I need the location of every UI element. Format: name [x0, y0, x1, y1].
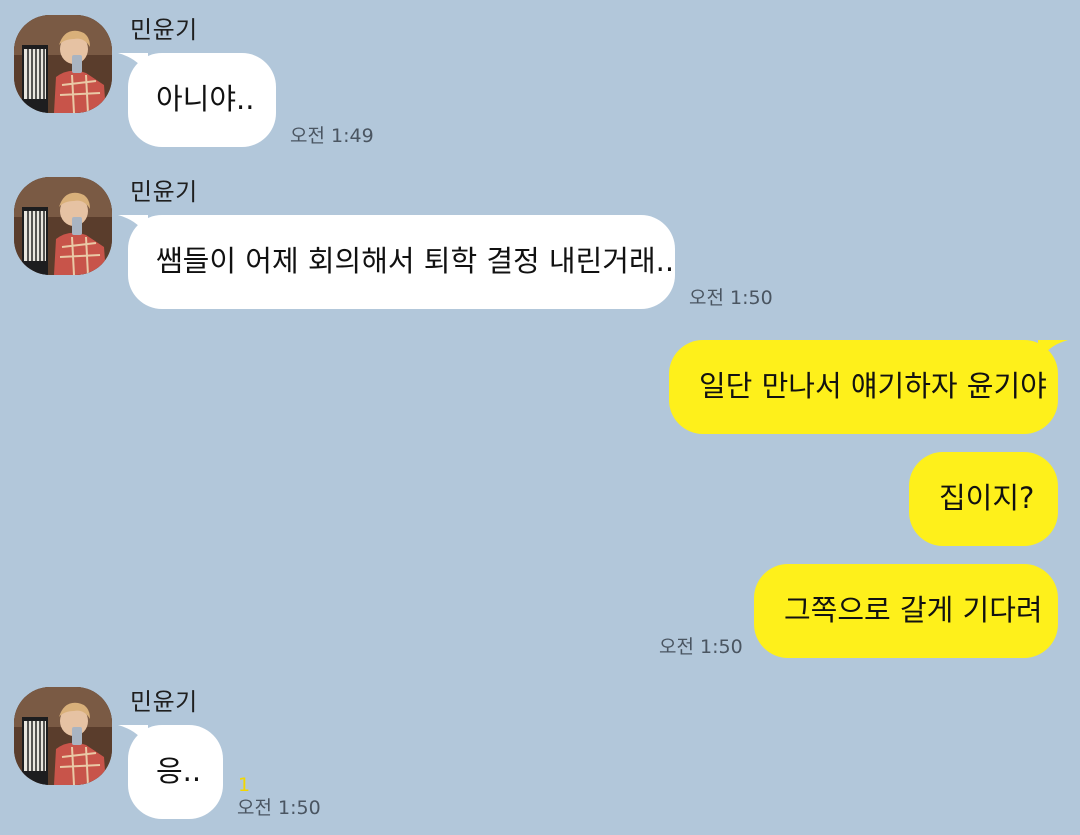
unread-count: 1 — [238, 774, 251, 796]
profile-photo-icon — [14, 15, 112, 113]
message-text: 집이지? — [939, 481, 1035, 515]
bubble-tail-icon — [1038, 340, 1068, 364]
message-timestamp: 오전 1:49 — [290, 125, 374, 147]
sender-name: 민윤기 — [130, 688, 198, 716]
message-timestamp: 오전 1:50 — [689, 287, 773, 309]
message-text: 그쪽으로 갈게 기다려 — [784, 593, 1043, 627]
message-bubble-incoming[interactable]: 응.. — [118, 725, 223, 819]
message-timestamp: 오전 1:50 — [237, 797, 321, 819]
sender-name: 민윤기 — [130, 178, 198, 206]
message-bubble-outgoing[interactable]: 그쪽으로 갈게 기다려 — [754, 564, 1058, 658]
profile-photo-icon — [14, 177, 112, 275]
chat-room: 민윤기 아니야.. 오전 1:49 민윤기 쌤들이 어제 회의해서 퇴학 결정 … — [0, 0, 1080, 835]
sender-name: 민윤기 — [130, 16, 198, 44]
message-bubble-outgoing[interactable]: 일단 만나서 얘기하자 윤기야 — [669, 340, 1068, 434]
bubble-tail-icon — [118, 53, 148, 77]
message-text: 쌤들이 어제 회의해서 퇴학 결정 내린거래.. — [156, 244, 675, 278]
message-bubble-outgoing[interactable]: 집이지? — [909, 452, 1058, 546]
message-text: 아니야.. — [156, 82, 255, 116]
message-bubble-incoming[interactable]: 쌤들이 어제 회의해서 퇴학 결정 내린거래.. — [118, 215, 675, 309]
avatar[interactable] — [14, 687, 112, 785]
message-timestamp: 오전 1:50 — [659, 636, 743, 658]
message-text: 응.. — [156, 754, 202, 788]
bubble-tail-icon — [118, 725, 148, 749]
message-text: 일단 만나서 얘기하자 윤기야 — [699, 369, 1047, 403]
profile-photo-icon — [14, 687, 112, 785]
message-bubble-incoming[interactable]: 아니야.. — [118, 53, 276, 147]
avatar[interactable] — [14, 15, 112, 113]
bubble-tail-icon — [118, 215, 148, 239]
avatar[interactable] — [14, 177, 112, 275]
